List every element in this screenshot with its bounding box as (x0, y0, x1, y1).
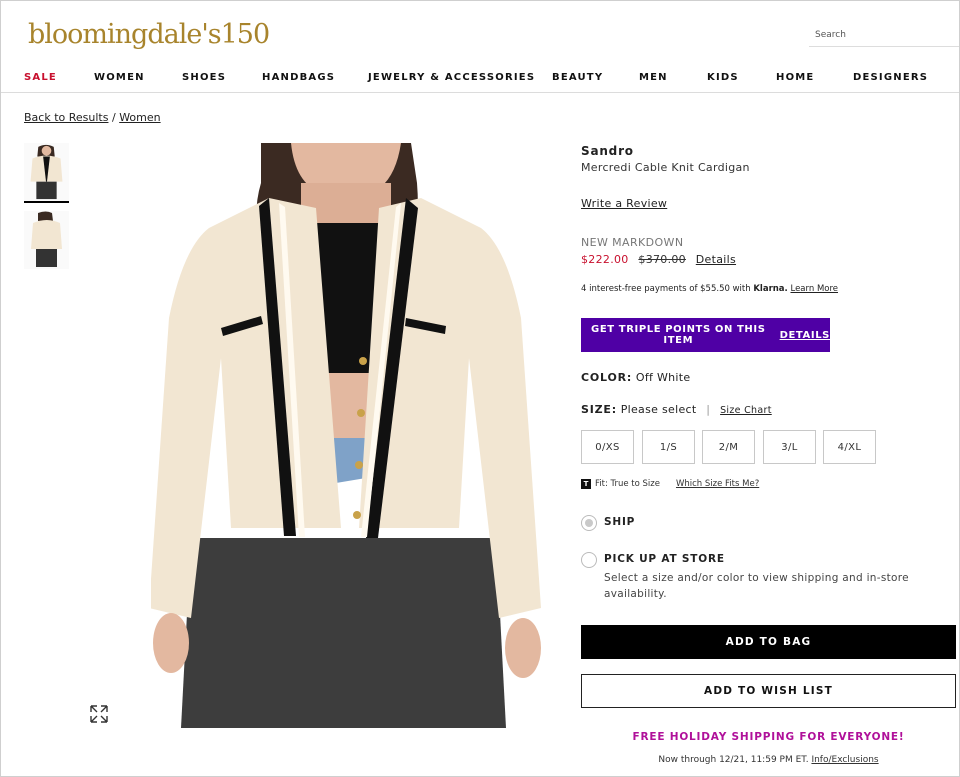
nav-item-beauty[interactable]: BEAUTY (552, 72, 603, 83)
nav-item-kids[interactable]: KIDS (707, 72, 739, 83)
markdown-label: NEW MARKDOWN (581, 236, 684, 249)
original-price: $370.00 (638, 253, 686, 266)
bloomingdales-logo[interactable]: bloomingdale's150 (28, 19, 270, 50)
nav-item-handbags[interactable]: HANDBAGS (262, 72, 335, 83)
triple-points-banner[interactable]: GET TRIPLE POINTS ON THIS ITEM DETAILS (581, 318, 830, 352)
color-row: COLOR: Off White (581, 371, 690, 384)
points-details-link[interactable]: DETAILS (780, 330, 830, 341)
sale-price: $222.00 (581, 253, 629, 266)
breadcrumb-back-link[interactable]: Back to Results (24, 111, 108, 124)
search-input[interactable] (809, 23, 959, 47)
info-exclusions-link[interactable]: Info/Exclusions (811, 755, 878, 765)
klarna-logo: Klarna. (753, 284, 788, 294)
color-value: Off White (635, 371, 691, 384)
nav-item-shoes[interactable]: SHOES (182, 72, 226, 83)
price-row: $222.00 $370.00 Details (581, 253, 736, 266)
breadcrumb-separator: / (111, 111, 116, 124)
size-option-3l[interactable]: 3/L (763, 430, 816, 464)
breadcrumb-category-link[interactable]: Women (119, 111, 160, 124)
price-details-link[interactable]: Details (696, 253, 736, 266)
nav-item-designers[interactable]: DESIGNERS (853, 72, 928, 83)
pickup-note: Select a size and/or color to view shipp… (604, 572, 909, 600)
nav-item-sale[interactable]: SALE (24, 72, 57, 83)
nav-item-men[interactable]: MEN (639, 72, 668, 83)
size-option-1s[interactable]: 1/S (642, 430, 695, 464)
thumbnail-side-image (24, 211, 69, 269)
product-name: Mercredi Cable Knit Cardigan (581, 161, 750, 174)
fit-text: Fit: True to Size (595, 479, 660, 489)
klarna-text: 4 interest-free payments of $55.50 with (581, 284, 751, 294)
size-option-4xl[interactable]: 4/XL (823, 430, 876, 464)
pickup-label[interactable]: PICK UP AT STORE (604, 553, 725, 565)
holiday-shipping-subtext: Now through 12/21, 11:59 PM ET. Info/Exc… (581, 755, 956, 765)
cardigan-photo (151, 143, 553, 728)
thumbnail-front[interactable] (24, 143, 69, 203)
nav-item-women[interactable]: WOMEN (94, 72, 145, 83)
product-brand[interactable]: Sandro (581, 144, 634, 158)
color-label: COLOR: (581, 371, 633, 384)
pickup-radio[interactable] (581, 552, 597, 568)
size-option-2m[interactable]: 2/M (702, 430, 755, 464)
which-size-fits-link[interactable]: Which Size Fits Me? (676, 479, 759, 489)
size-row: SIZE: Please select | Size Chart (581, 403, 772, 416)
write-review-link[interactable]: Write a Review (581, 197, 667, 210)
nav-item-jewelry-accessories[interactable]: JEWELRY & ACCESSORIES (368, 72, 535, 83)
ship-radio[interactable] (581, 515, 597, 531)
size-chart-link[interactable]: Size Chart (720, 405, 772, 416)
size-separator: | (706, 403, 711, 416)
product-main-image[interactable] (151, 143, 553, 728)
holiday-shipping-headline: FREE HOLIDAY SHIPPING FOR EVERYONE! (632, 731, 905, 743)
thumbnail-side[interactable] (24, 211, 69, 269)
true-fit-icon: T (581, 479, 591, 489)
ship-label[interactable]: SHIP (604, 516, 635, 528)
points-banner-text: GET TRIPLE POINTS ON THIS ITEM (591, 324, 766, 346)
size-option-0xs[interactable]: 0/XS (581, 430, 634, 464)
add-to-bag-button[interactable]: ADD TO BAG (581, 625, 956, 659)
klarna-learn-more-link[interactable]: Learn More (790, 284, 838, 294)
nav-item-home[interactable]: HOME (776, 72, 814, 83)
promo-dates: Now through 12/21, 11:59 PM ET. (658, 755, 809, 765)
main-nav: SALE WOMEN SHOES HANDBAGS JEWELRY & ACCE… (1, 67, 959, 93)
klarna-info: 4 interest-free payments of $55.50 with … (581, 284, 838, 294)
size-value: Please select (620, 403, 697, 416)
expand-icon[interactable] (89, 704, 109, 724)
thumbnail-front-image (24, 143, 69, 201)
fit-row: T Fit: True to Size Which Size Fits Me? (581, 479, 759, 489)
breadcrumb: Back to Results / Women (24, 111, 161, 124)
size-label: SIZE: (581, 403, 617, 416)
add-to-wishlist-button[interactable]: ADD TO WISH LIST (581, 674, 956, 708)
